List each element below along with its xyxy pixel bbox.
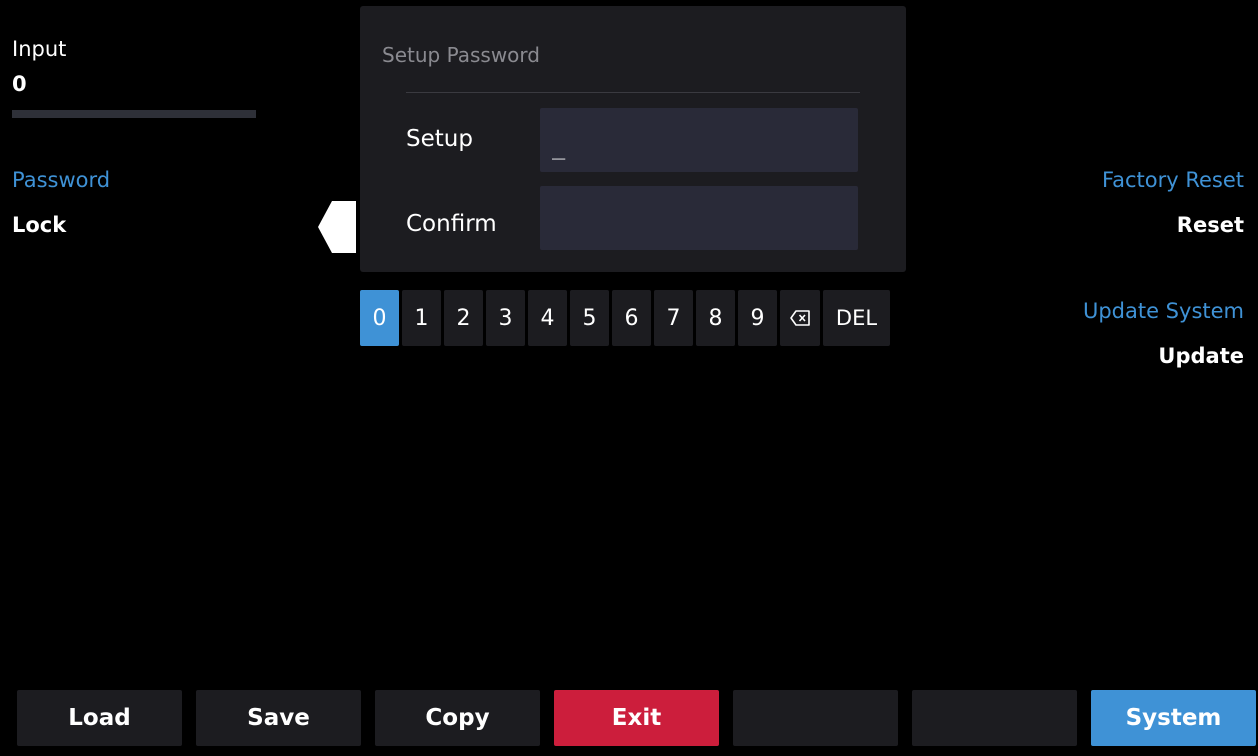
setup-field-value: _: [552, 135, 566, 160]
key-7[interactable]: 7: [654, 290, 693, 346]
key-4[interactable]: 4: [528, 290, 567, 346]
key-5[interactable]: 5: [570, 290, 609, 346]
save-button[interactable]: Save: [196, 690, 361, 746]
key-2[interactable]: 2: [444, 290, 483, 346]
factory-reset-label: Factory Reset: [1101, 168, 1244, 192]
input-value: 0: [12, 72, 27, 96]
blank-button-2[interactable]: [912, 690, 1077, 746]
confirm-label: Confirm: [406, 211, 497, 237]
input-bar: [12, 110, 256, 118]
key-0[interactable]: 0: [360, 290, 399, 346]
del-key[interactable]: DEL: [823, 290, 890, 346]
key-6[interactable]: 6: [612, 290, 651, 346]
key-1[interactable]: 1: [402, 290, 441, 346]
blank-button-1[interactable]: [733, 690, 898, 746]
update-system-label: Update System: [1082, 299, 1244, 323]
backspace-key[interactable]: [780, 290, 820, 346]
setup-field[interactable]: _: [540, 108, 858, 172]
password-lock-button[interactable]: Lock: [12, 211, 66, 239]
dialog-title: Setup Password: [382, 43, 540, 67]
password-label: Password: [12, 168, 111, 192]
key-9[interactable]: 9: [738, 290, 777, 346]
input-section: Input 0: [12, 34, 272, 118]
factory-reset-button[interactable]: Reset: [1177, 211, 1244, 239]
input-label: Input: [12, 37, 67, 61]
numeric-keypad: 0 1 2 3 4 5 6 7 8 9 DEL: [360, 290, 890, 346]
key-3[interactable]: 3: [486, 290, 525, 346]
pointer-arrow-icon: [318, 201, 356, 253]
update-system-button[interactable]: Update: [1158, 342, 1244, 370]
dialog-divider: [406, 92, 860, 93]
system-button[interactable]: System: [1091, 690, 1256, 746]
backspace-icon: [790, 310, 810, 326]
setup-password-dialog: Setup Password Setup _ Confirm: [360, 6, 906, 272]
key-8[interactable]: 8: [696, 290, 735, 346]
exit-button[interactable]: Exit: [554, 690, 719, 746]
confirm-field[interactable]: [540, 186, 858, 250]
setup-label: Setup: [406, 126, 473, 152]
copy-button[interactable]: Copy: [375, 690, 540, 746]
bottom-toolbar: Load Save Copy Exit System: [17, 690, 1256, 746]
load-button[interactable]: Load: [17, 690, 182, 746]
